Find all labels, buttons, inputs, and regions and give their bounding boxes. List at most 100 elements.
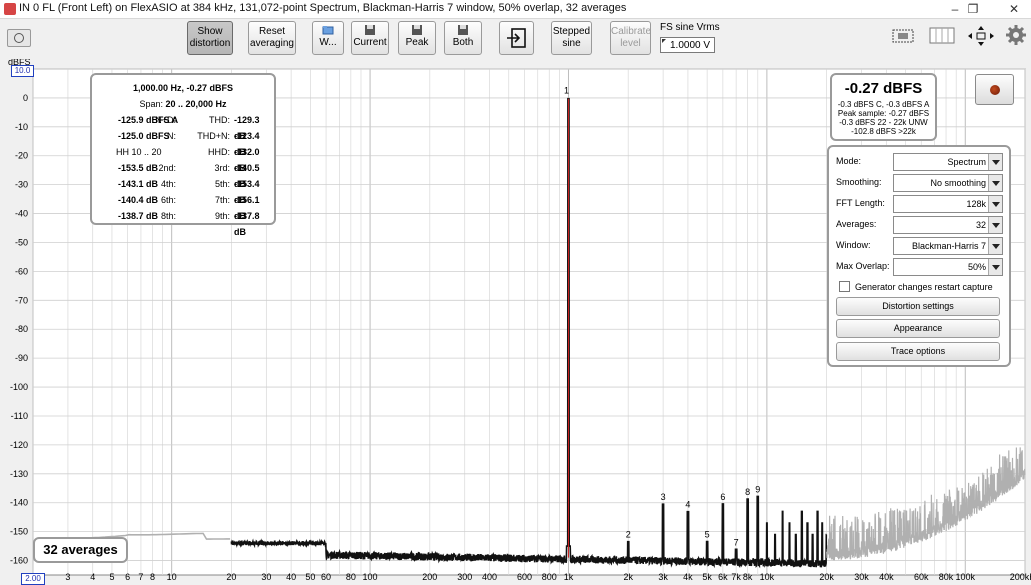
x-tick-label: 6	[125, 572, 130, 582]
x-tick-label: 2k	[623, 572, 633, 582]
averages-select[interactable]: 32	[893, 216, 1003, 234]
y-tick-label: -70	[15, 295, 28, 305]
harmonic-label: 8	[745, 487, 750, 497]
h6-label: 6th:	[160, 195, 176, 205]
h2-value: -153.5 dB	[118, 163, 159, 173]
reset-averaging-button[interactable]: Reset averaging	[248, 21, 296, 55]
y-tick-label: -130	[10, 469, 28, 479]
fundamental-label: 1	[564, 86, 569, 96]
chevron-down-icon	[988, 217, 1002, 233]
folder-icon	[322, 26, 334, 35]
y-tick-label: -60	[15, 266, 28, 276]
harmonic-label: 9	[755, 484, 760, 494]
max-overlap-select[interactable]: 50%	[893, 258, 1003, 276]
h8-label: 8th:	[160, 211, 176, 221]
h8-value: -138.7 dB	[118, 211, 159, 221]
show-distortion-button[interactable]: Show distortion	[187, 21, 233, 55]
chevron-down-icon	[988, 238, 1002, 254]
window-select[interactable]: Blackman-Harris 7	[893, 237, 1003, 255]
x-min-box[interactable]: 2.00	[21, 573, 45, 585]
y-tick-label: -50	[15, 237, 28, 247]
fft-length-select[interactable]: 128k	[893, 195, 1003, 213]
thdn-label: THD+N:	[197, 131, 230, 141]
gear-icon[interactable]	[1005, 24, 1027, 46]
chevron-down-icon	[988, 175, 1002, 191]
move-icon[interactable]	[966, 24, 996, 48]
calibrate-level-button[interactable]: Calibrate level	[610, 21, 651, 55]
maximize-button[interactable]: ❐	[957, 0, 989, 18]
harmonic-label: 5	[705, 529, 710, 539]
camera-icon[interactable]	[7, 29, 31, 47]
checkbox-box	[839, 281, 850, 292]
h3-label: 3rd:	[214, 163, 230, 173]
record-icon	[990, 85, 1000, 95]
x-tick-label: 400	[482, 572, 497, 582]
harmonic-label: 3	[661, 492, 666, 502]
y-tick-label: -80	[15, 324, 28, 334]
x-tick-label: 60k	[914, 572, 929, 582]
x-tick-label: 200	[422, 572, 437, 582]
x-tick-label: 80	[346, 572, 356, 582]
level-line-3: -0.3 dBFS 22 - 22k UNW	[839, 118, 928, 127]
thd-label: THD:	[209, 115, 230, 125]
save-both-button[interactable]: Both	[444, 21, 482, 55]
save-icon	[458, 25, 468, 35]
import-button[interactable]	[499, 21, 534, 55]
x-tick-label: 3k	[658, 572, 668, 582]
y-max-box[interactable]: 10.0	[11, 65, 34, 77]
weighting-button[interactable]: W...	[312, 21, 344, 55]
x-tick-label: 1k	[564, 572, 574, 582]
mode-select[interactable]: Spectrum	[893, 153, 1003, 171]
h4-value: -143.1 dB	[118, 179, 159, 189]
x-tick-label: 40	[286, 572, 296, 582]
graph-size-icon[interactable]	[888, 24, 918, 46]
x-tick-label: 8k	[743, 572, 753, 582]
h9-value: -137.8 dB	[234, 211, 260, 237]
mode-row: Mode: Spectrum	[836, 153, 1004, 171]
y-tick-label: -40	[15, 209, 28, 219]
chevron-down-icon	[988, 259, 1002, 275]
distortion-settings-button[interactable]: Distortion settings	[836, 297, 1000, 316]
settings-panel: Mode: Spectrum Smoothing: No smoothing FFT…	[827, 145, 1011, 367]
hh-label: HH 10 .. 20	[116, 147, 162, 157]
span-label: Span:	[139, 99, 163, 109]
x-tick-label: 7	[138, 572, 143, 582]
title-bar: IN 0 FL (Front Left) on FlexASIO at 384 …	[0, 0, 1031, 19]
x-tick-label: 7k	[731, 572, 741, 582]
x-tick-label: 100	[363, 572, 378, 582]
x-tick-label: 8	[150, 572, 155, 582]
nd-value: -125.9 dBFS A	[118, 115, 179, 125]
layout-icon[interactable]	[928, 24, 956, 46]
save-peak-button[interactable]: Peak	[398, 21, 436, 55]
x-tick-label: 40k	[879, 572, 894, 582]
generator-restart-checkbox[interactable]: Generator changes restart capture	[839, 281, 993, 292]
h4-label: 4th:	[160, 179, 176, 189]
toolbar: Show distortion Reset averaging W... Cur…	[0, 19, 1031, 59]
x-tick-label: 300	[457, 572, 472, 582]
fs-sine-input[interactable]: 1.0000 V	[660, 37, 715, 53]
smoothing-select[interactable]: No smoothing	[893, 174, 1003, 192]
app-icon	[4, 3, 16, 15]
fft-length-row: FFT Length: 128k	[836, 195, 1004, 213]
distortion-panel: 1,000.00 Hz, -0.27 dBFS Span: 20 .. 20,0…	[90, 73, 276, 237]
record-button[interactable]	[975, 74, 1014, 105]
close-button[interactable]: ✕	[998, 0, 1030, 18]
x-tick-label: 20k	[819, 572, 834, 582]
harmonic-label: 2	[626, 530, 631, 540]
appearance-button[interactable]: Appearance	[836, 319, 1000, 338]
span-value: 20 .. 20,000 Hz	[165, 99, 227, 109]
save-icon	[365, 25, 375, 35]
x-tick-label: 4k	[683, 572, 693, 582]
x-tick-label: 30	[261, 572, 271, 582]
level-value: -0.27 dBFS	[844, 80, 923, 97]
trace-options-button[interactable]: Trace options	[836, 342, 1000, 361]
h9-label: 9th:	[214, 211, 230, 221]
harmonic-label: 7	[734, 537, 739, 547]
fs-sine-label: FS sine Vrms	[660, 22, 720, 33]
save-current-button[interactable]: Current	[351, 21, 389, 55]
x-tick-label: 30k	[854, 572, 869, 582]
y-tick-label: -90	[15, 353, 28, 363]
h2-label: 2nd:	[158, 163, 176, 173]
x-tick-label: 80k	[939, 572, 954, 582]
stepped-sine-button[interactable]: Stepped sine	[551, 21, 592, 55]
